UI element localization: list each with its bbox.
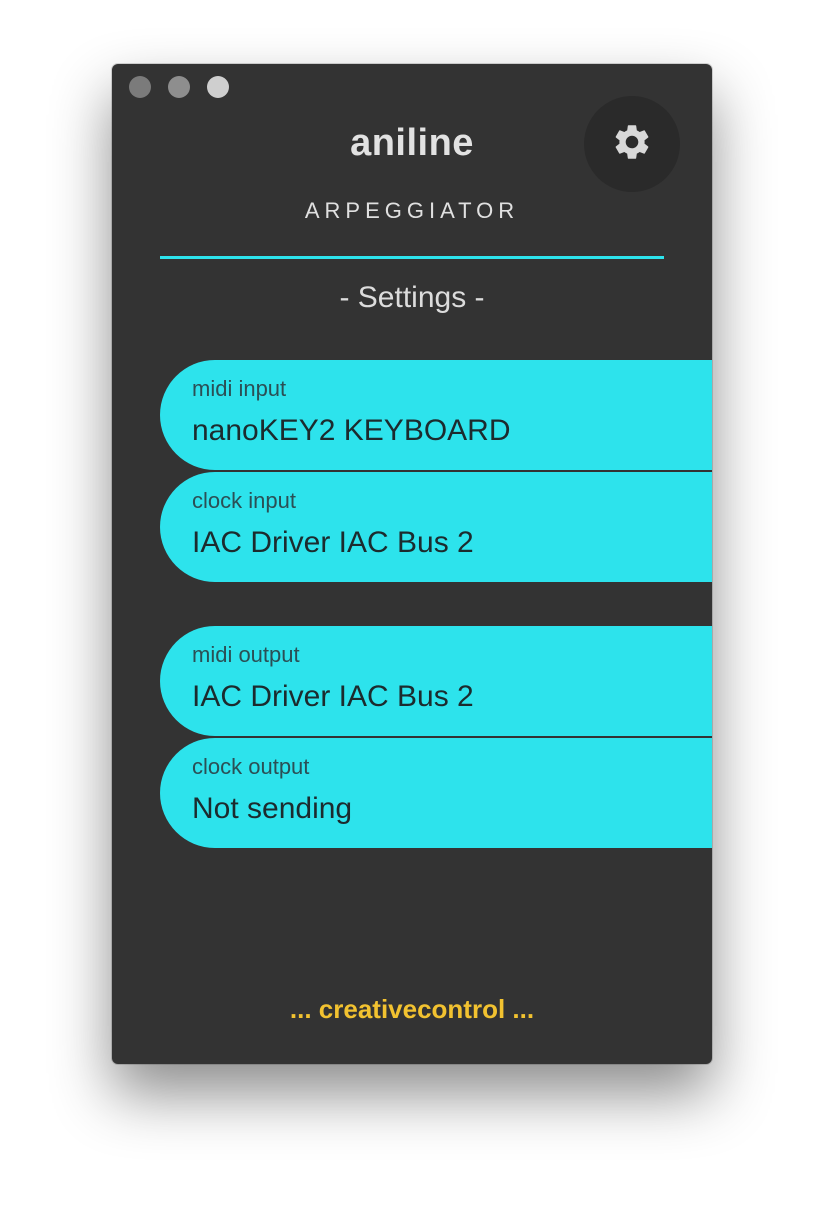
footer-credit: ... creativecontrol ... <box>289 994 535 1024</box>
field-label: midi input <box>192 376 287 401</box>
app-subtitle: ARPEGGIATOR <box>304 198 520 223</box>
field-value: IAC Driver IAC Bus 2 <box>192 526 474 559</box>
clock-output-select[interactable]: clock output Not sending <box>160 738 712 848</box>
window-minimize-button[interactable] <box>168 76 190 98</box>
gear-icon <box>611 121 653 168</box>
field-label: midi output <box>192 642 300 667</box>
clock-input-select[interactable]: clock input IAC Driver IAC Bus 2 <box>160 472 712 582</box>
app-window: aniline ARPEGGIATOR - Settings - midi in… <box>112 64 712 1064</box>
field-label: clock input <box>192 488 296 513</box>
settings-button[interactable] <box>584 96 680 192</box>
window-close-button[interactable] <box>129 76 151 98</box>
section-title: - Settings - <box>339 281 485 314</box>
header-divider <box>160 256 664 259</box>
field-value: IAC Driver IAC Bus 2 <box>192 680 474 713</box>
field-label: clock output <box>192 754 310 779</box>
midi-output-select[interactable]: midi output IAC Driver IAC Bus 2 <box>160 626 712 736</box>
midi-input-select[interactable]: midi input nanoKEY2 KEYBOARD <box>160 360 712 470</box>
window-controls <box>129 76 229 98</box>
field-value: nanoKEY2 KEYBOARD <box>192 414 511 447</box>
window-maximize-button[interactable] <box>207 76 229 98</box>
field-value: Not sending <box>192 792 353 825</box>
